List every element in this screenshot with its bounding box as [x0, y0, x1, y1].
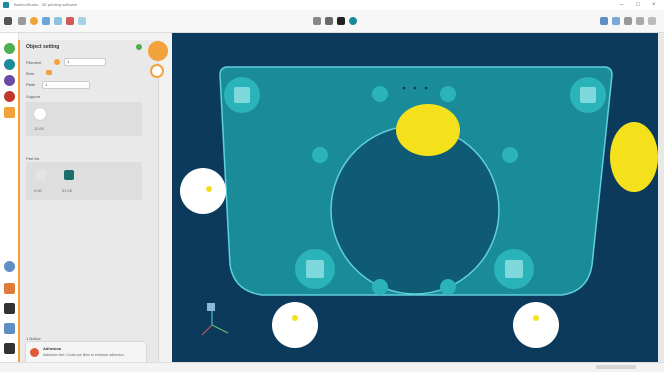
plate-label: Plate	[26, 82, 36, 87]
page-dot	[424, 86, 428, 90]
layout-icon[interactable]	[54, 17, 62, 25]
plate-scene[interactable]	[172, 33, 658, 371]
slice-icon[interactable]	[78, 17, 86, 25]
rotate-icon[interactable]	[325, 17, 333, 25]
modifier-icon[interactable]	[4, 107, 15, 118]
panel-status-icon	[136, 44, 142, 50]
filament-select[interactable]: 1	[64, 58, 106, 66]
add-object-icon[interactable]	[4, 43, 15, 54]
top-toolbar	[0, 10, 664, 33]
small-pad	[440, 86, 456, 102]
cut-icon[interactable]	[349, 17, 357, 25]
help-icon[interactable]	[4, 343, 15, 354]
measure-icon[interactable]	[4, 261, 15, 272]
paint-icon[interactable]	[4, 91, 15, 102]
3d-viewport[interactable]	[172, 33, 658, 371]
parts-label: Part list	[26, 156, 40, 161]
right-edge-bar[interactable]	[658, 33, 664, 371]
white-puck-bottom-left	[272, 302, 318, 348]
plate-select[interactable]: 1	[42, 81, 90, 89]
axis-gizmo-icon	[201, 303, 229, 336]
small-pad	[440, 279, 456, 295]
small-pad	[502, 147, 518, 163]
support-icon[interactable]	[4, 59, 15, 70]
layers-icon[interactable]	[636, 17, 644, 25]
settings-icon[interactable]	[600, 17, 608, 25]
part-2-value: 31.00	[62, 188, 73, 193]
small-pad	[312, 147, 328, 163]
page-dot	[402, 86, 406, 90]
warning-icon	[30, 348, 39, 357]
small-pad	[372, 86, 388, 102]
view-icon[interactable]	[612, 17, 620, 25]
left-tool-strip	[0, 33, 19, 371]
window-title: BambuStudio - 3D printing software	[14, 2, 78, 7]
corner-pad-bottom-right	[494, 249, 534, 289]
object-tool-button[interactable]	[148, 41, 168, 61]
brim-toggle[interactable]	[46, 70, 52, 75]
yellow-object-right	[610, 122, 658, 192]
grid-icon[interactable]	[624, 17, 632, 25]
notification-body: Adhesion hint: Could use Brim to enhance…	[43, 353, 125, 357]
emboss-icon[interactable]	[4, 323, 15, 334]
notification-title: Adhesion	[43, 346, 62, 351]
part-1-value: 0.00	[34, 188, 42, 193]
parts-card: 0.00 31.00	[26, 162, 142, 200]
object-value: 11.00	[34, 126, 44, 131]
redo-icon[interactable]	[42, 17, 50, 25]
text-icon[interactable]	[4, 283, 15, 294]
white-puck-left	[180, 168, 226, 214]
minimize-button[interactable]: –	[620, 1, 623, 9]
corner-pad-bottom-left	[295, 249, 335, 289]
object-thumbnail-icon	[34, 108, 46, 120]
menu-icon[interactable]	[4, 17, 12, 25]
app-logo-icon	[3, 2, 9, 8]
filament-label: Filament	[26, 60, 42, 65]
panel-title: Object setting	[26, 44, 60, 50]
page-dot	[413, 86, 417, 90]
object-tool-button-secondary[interactable]	[150, 64, 164, 78]
yellow-object-top	[396, 104, 460, 156]
corner-pad-top-left	[224, 77, 260, 113]
object-settings-panel: Object setting Filament 1 Brim Plate 1 S…	[20, 40, 159, 371]
save-icon[interactable]	[18, 17, 26, 25]
support-label: Support	[26, 94, 41, 99]
close-window-button[interactable]: ×	[652, 1, 656, 9]
expand-icon[interactable]	[648, 17, 656, 25]
filament-swatch	[54, 59, 60, 65]
part-1-icon[interactable]	[36, 170, 46, 180]
undo-icon[interactable]	[30, 17, 38, 25]
white-puck-bottom-right	[513, 302, 559, 348]
brim-label: Brim	[26, 71, 35, 76]
maximize-button[interactable]: □	[636, 1, 640, 9]
seam-icon[interactable]	[4, 75, 15, 86]
status-icon	[596, 365, 636, 369]
part-2-icon[interactable]	[64, 170, 74, 180]
corner-pad-top-right	[570, 77, 606, 113]
arrange-icon[interactable]	[66, 17, 74, 25]
scale-icon[interactable]	[337, 17, 345, 25]
assembly-icon[interactable]	[4, 303, 15, 314]
move-icon[interactable]	[313, 17, 321, 25]
object-card[interactable]: 11.00	[26, 102, 142, 136]
small-pad	[372, 279, 388, 295]
notice-count: 1 Notice	[26, 336, 41, 341]
